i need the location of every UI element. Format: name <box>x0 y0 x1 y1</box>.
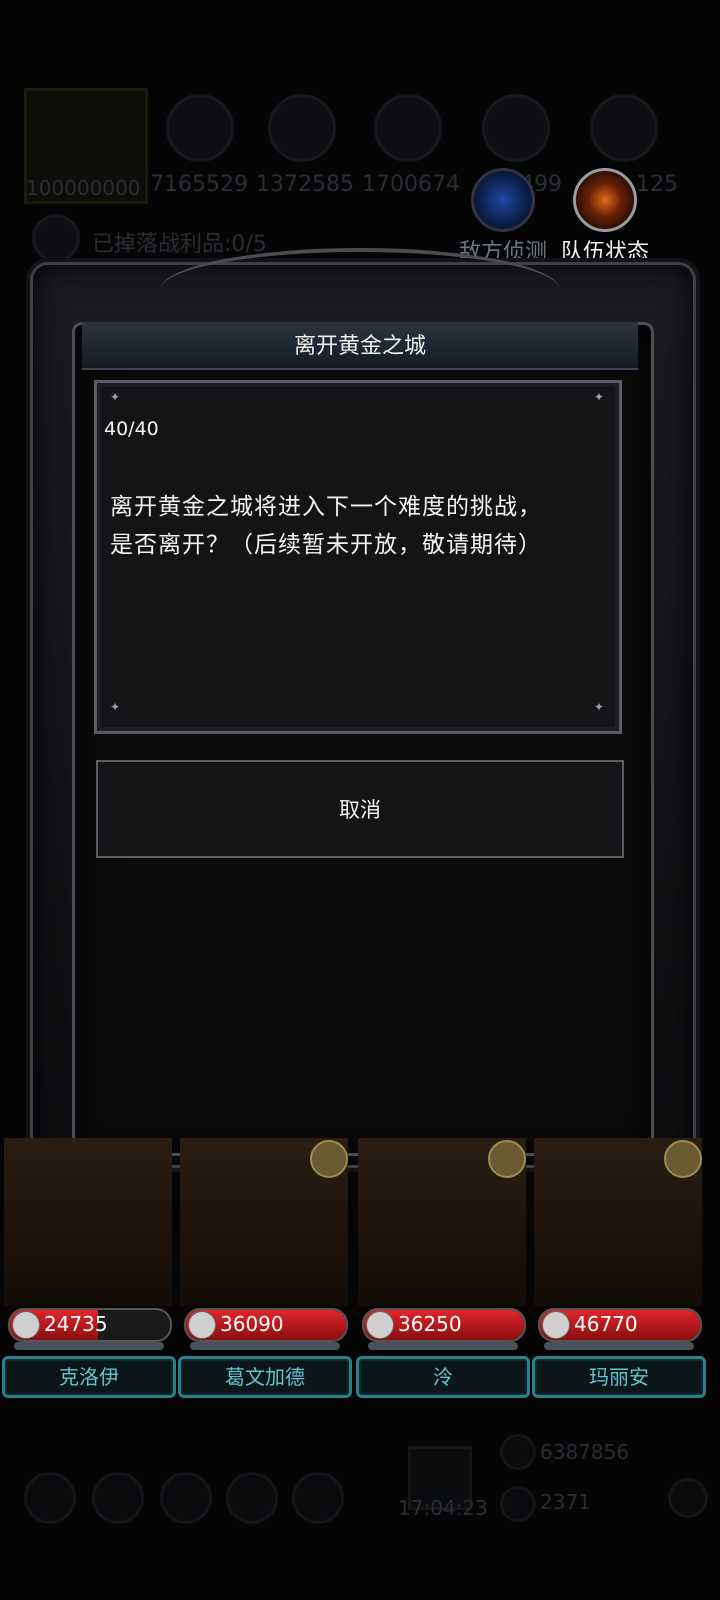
hero-name[interactable]: 泠 <box>356 1356 530 1398</box>
cancel-button[interactable]: 取消 <box>96 760 624 858</box>
hp-value: 36250 <box>398 1312 462 1336</box>
hp-value: 46770 <box>574 1312 638 1336</box>
hp-bar: 46770 <box>538 1308 702 1342</box>
progress-counter: 40/40 <box>104 418 159 440</box>
stat-value: 7165529 <box>150 172 248 197</box>
corner-sparkle-icon: ✦ <box>594 390 605 404</box>
hero-name[interactable]: 玛丽安 <box>532 1356 706 1398</box>
message-line: 离开黄金之城将进入下一个难度的挑战， <box>110 494 542 520</box>
sword-icon <box>542 1311 570 1339</box>
hero-portrait <box>4 1138 172 1306</box>
corner-sparkle-icon: ✦ <box>594 700 605 714</box>
skill-icon <box>268 94 336 162</box>
avatar-value: 100000000 <box>26 176 141 200</box>
mp-bar <box>368 1342 518 1350</box>
fire-orb-icon <box>573 168 637 232</box>
hero-name[interactable]: 葛文加德 <box>178 1356 352 1398</box>
loot-text: 已掉落战利品:0/5 <box>92 232 267 257</box>
skill-icon <box>482 94 550 162</box>
message-line: 是否离开？（后续暂未开放，敬请期待） <box>110 532 542 558</box>
gem-icon <box>500 1486 536 1522</box>
dialog-message: 离开黄金之城将进入下一个难度的挑战， 是否离开？（后续暂未开放，敬请期待） <box>110 488 600 564</box>
hero-card[interactable]: 36250 泠 <box>354 1138 530 1398</box>
menu-icon <box>226 1472 278 1524</box>
class-emblem-icon <box>310 1140 348 1178</box>
stat-value: 1700674 <box>362 172 460 197</box>
hp-bar: 36090 <box>184 1308 348 1342</box>
menu-icon <box>292 1472 344 1524</box>
menu-icon <box>24 1472 76 1524</box>
hero-name[interactable]: 克洛伊 <box>2 1356 176 1398</box>
corner-sparkle-icon: ✦ <box>110 700 121 714</box>
skill-icon <box>374 94 442 162</box>
sword-icon <box>366 1311 394 1339</box>
hp-value: 24735 <box>44 1312 108 1336</box>
menu-icon <box>92 1472 144 1524</box>
skill-icon <box>166 94 234 162</box>
coin-icon <box>500 1434 536 1470</box>
loot-icon <box>32 214 80 262</box>
sword-icon <box>12 1311 40 1339</box>
mp-bar <box>544 1342 694 1350</box>
dialog-title: 离开黄金之城 <box>293 334 426 359</box>
hp-value: 36090 <box>220 1312 284 1336</box>
stat-value: 1372585 <box>256 172 354 197</box>
class-emblem-icon <box>488 1140 526 1178</box>
enemy-scan-button[interactable]: 敌方侦测 <box>448 168 558 266</box>
bottom-time: 17:04:23 <box>398 1496 488 1520</box>
blue-orb-icon <box>471 168 535 232</box>
hp-bar: 24735 <box>8 1308 172 1342</box>
team-status-button[interactable]: 队伍状态 <box>550 168 660 266</box>
resource-value: 6387856 <box>540 1440 630 1464</box>
frame-ornament <box>160 248 560 332</box>
gem-count: 2371 <box>540 1490 591 1514</box>
menu-icon <box>160 1472 212 1524</box>
mp-bar <box>14 1342 164 1350</box>
skill-icon <box>590 94 658 162</box>
hero-card[interactable]: 46770 玛丽安 <box>530 1138 706 1398</box>
class-emblem-icon <box>664 1140 702 1178</box>
mp-bar <box>190 1342 340 1350</box>
hero-card[interactable]: 36090 葛文加德 <box>176 1138 352 1398</box>
corner-sparkle-icon: ✦ <box>110 390 121 404</box>
hero-card[interactable]: 24735 克洛伊 <box>0 1138 176 1398</box>
sword-icon <box>188 1311 216 1339</box>
hp-bar: 36250 <box>362 1308 526 1342</box>
add-icon <box>668 1478 708 1518</box>
